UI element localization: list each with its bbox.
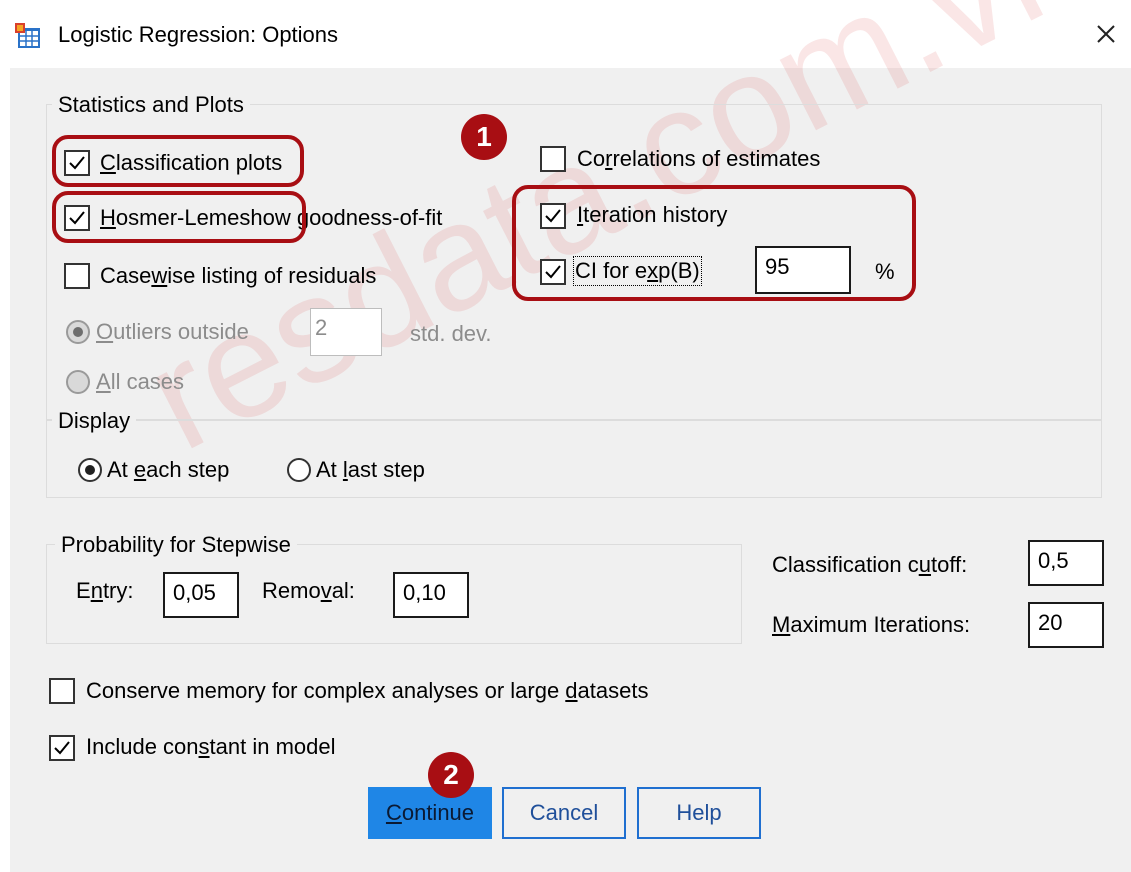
annotation-badge-2: 2 <box>428 752 474 798</box>
outliers-outside-label[interactable]: Outliers outside <box>96 319 249 345</box>
at-last-step-radio[interactable] <box>287 458 311 482</box>
correlations-of-estimates-label[interactable]: Correlations of estimates <box>577 146 820 172</box>
removal-label: Removal: <box>262 578 355 603</box>
display-legend: Display <box>52 408 137 434</box>
maximum-iterations-label: Maximum Iterations: <box>772 612 971 637</box>
highlight-hosmer-lemeshow <box>52 191 306 243</box>
removal-input[interactable]: 0,10 <box>393 572 469 618</box>
highlight-classification-plots <box>52 135 304 187</box>
outliers-std-dev-input[interactable]: 2 <box>310 308 382 356</box>
cancel-button[interactable]: Cancel <box>502 787 626 839</box>
classification-cutoff-label: Classification cutoff: <box>772 552 968 577</box>
checkmark-icon <box>54 741 70 755</box>
logistic-regression-options-dialog: Logistic Regression: Options resdata.com… <box>0 0 1131 872</box>
include-constant-label[interactable]: Include constant in model <box>86 734 336 760</box>
classification-cutoff-input[interactable]: 0,5 <box>1028 540 1104 586</box>
window-title: Logistic Regression: Options <box>58 22 339 47</box>
casewise-listing-label[interactable]: Casewise listing of residuals <box>100 263 376 289</box>
close-icon[interactable] <box>1090 18 1122 50</box>
correlations-of-estimates-checkbox[interactable] <box>540 146 566 172</box>
title-bar: Logistic Regression: Options <box>0 0 1131 68</box>
entry-input[interactable]: 0,05 <box>163 572 239 618</box>
spss-table-icon <box>15 23 40 48</box>
highlight-iteration-ci <box>512 185 916 301</box>
conserve-memory-label[interactable]: Conserve memory for complex analyses or … <box>86 678 648 704</box>
all-cases-radio[interactable] <box>66 370 90 394</box>
continue-button[interactable]: Continue <box>368 787 492 839</box>
at-each-step-label[interactable]: At each step <box>107 457 229 483</box>
std-dev-label: std. dev. <box>410 321 492 346</box>
at-each-step-radio[interactable] <box>78 458 102 482</box>
entry-label: Entry: <box>76 578 134 603</box>
annotation-badge-1: 1 <box>461 114 507 160</box>
maximum-iterations-input[interactable]: 20 <box>1028 602 1104 648</box>
help-button[interactable]: Help <box>637 787 761 839</box>
at-last-step-label[interactable]: At last step <box>316 457 425 483</box>
probability-stepwise-legend: Probability for Stepwise <box>55 532 297 558</box>
all-cases-label[interactable]: All cases <box>96 369 184 395</box>
include-constant-checkbox[interactable] <box>49 735 75 761</box>
outliers-outside-radio[interactable] <box>66 320 90 344</box>
casewise-listing-checkbox[interactable] <box>64 263 90 289</box>
statistics-and-plots-legend: Statistics and Plots <box>52 92 250 118</box>
conserve-memory-checkbox[interactable] <box>49 678 75 704</box>
